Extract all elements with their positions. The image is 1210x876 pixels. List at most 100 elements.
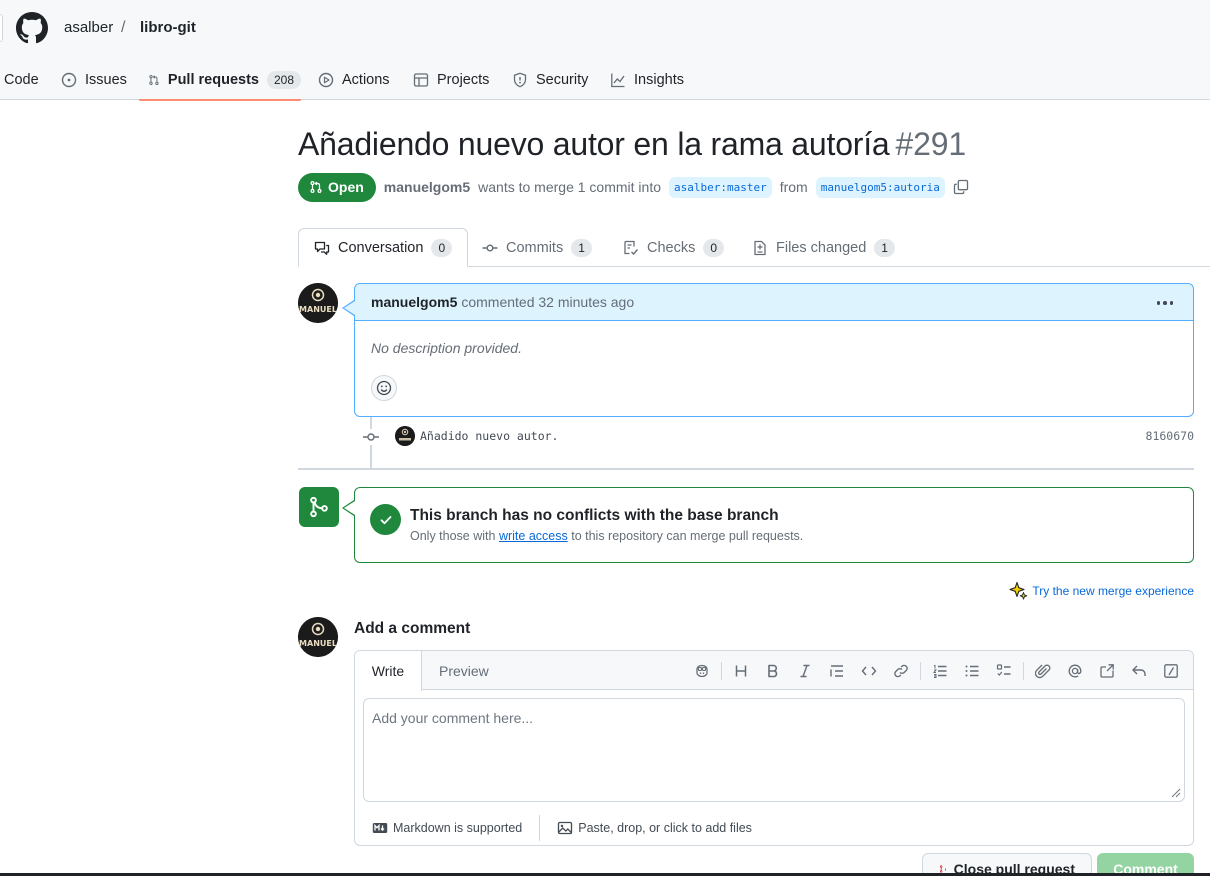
toolbar-divider xyxy=(1023,661,1024,680)
code-icon[interactable] xyxy=(853,657,885,685)
merge-sub-after: to this repository can merge pull reques… xyxy=(571,529,804,543)
list-unordered-icon[interactable] xyxy=(956,657,988,685)
merge-status-subtitle: Only those with write access to this rep… xyxy=(410,529,803,543)
pr-description-comment: manuelgom5 commented 32 minutes ago No d… xyxy=(354,283,1194,417)
merge-status-title: This branch has no conflicts with the ba… xyxy=(410,507,779,524)
commit-avatar[interactable] xyxy=(395,426,415,446)
base-branch[interactable]: asalber:master xyxy=(669,176,772,198)
commit-sha[interactable]: 8160670 xyxy=(1146,429,1194,443)
pr-number: #291 xyxy=(895,126,967,162)
reply-icon[interactable] xyxy=(1123,657,1155,685)
tab-files-changed[interactable]: Files changed 1 xyxy=(752,228,895,267)
write-access-link[interactable]: write access xyxy=(499,529,568,543)
play-icon xyxy=(318,72,334,88)
nav-projects-label: Projects xyxy=(437,72,490,88)
nav-issues-label: Issues xyxy=(85,72,127,88)
tab-checks[interactable]: Checks 0 xyxy=(623,228,725,267)
comment-timestamp[interactable]: commented 32 minutes ago xyxy=(461,294,634,310)
markdown-toolbar xyxy=(686,651,1187,690)
nav-actions-label: Actions xyxy=(342,72,390,88)
try-new-merge-label: Try the new merge experience xyxy=(1032,584,1194,598)
markdown-note: Markdown is supported xyxy=(393,821,523,835)
repo-header: asalber / libro-git Code Issues Pull req… xyxy=(0,0,1210,101)
github-logo-icon[interactable] xyxy=(16,12,48,44)
tab-files-changed-count: 1 xyxy=(874,238,895,257)
quote-icon[interactable] xyxy=(821,657,853,685)
attach-files-button[interactable]: Paste, drop, or click to add files xyxy=(540,820,769,836)
slash-command-icon[interactable] xyxy=(1155,657,1187,685)
commit-message[interactable]: Añadido nuevo autor. xyxy=(420,429,558,443)
table-icon xyxy=(413,73,429,87)
tab-conversation-label: Conversation xyxy=(338,239,424,256)
pr-title-text: Añadiendo nuevo autor en la rama autoría xyxy=(298,126,890,162)
cross-reference-icon[interactable] xyxy=(1091,657,1123,685)
tasklist-icon[interactable] xyxy=(988,657,1020,685)
add-comment-heading: Add a comment xyxy=(354,620,471,637)
markdown-supported-link[interactable]: Markdown is supported xyxy=(355,820,539,836)
avatar-text: MANUEL xyxy=(299,305,337,314)
tab-checks-count: 0 xyxy=(703,238,725,257)
nav-security[interactable]: Security xyxy=(512,60,588,100)
image-icon xyxy=(558,821,573,835)
merge-box-pointer-fill xyxy=(344,501,355,515)
nav-insights[interactable]: Insights xyxy=(610,60,684,100)
comment-header: manuelgom5 commented 32 minutes ago xyxy=(355,284,1193,321)
smiley-icon xyxy=(376,380,392,396)
add-reaction-button[interactable] xyxy=(371,375,397,401)
markdown-icon xyxy=(372,823,388,833)
tab-commits-count: 1 xyxy=(571,238,592,257)
toolbar-divider xyxy=(721,661,722,680)
pr-merge-text: wants to merge 1 commit into xyxy=(478,179,661,195)
bold-icon[interactable] xyxy=(757,657,789,685)
tab-write[interactable]: Write xyxy=(355,651,422,691)
nav-code-label: Code xyxy=(4,72,39,88)
tab-preview[interactable]: Preview xyxy=(439,651,489,690)
pr-title: Añadiendo nuevo autor en la rama autoría… xyxy=(298,126,966,163)
tab-conversation[interactable]: Conversation 0 xyxy=(298,228,469,267)
list-ordered-icon[interactable] xyxy=(924,657,956,685)
copilot-icon[interactable] xyxy=(686,657,718,685)
mention-icon[interactable] xyxy=(1059,657,1091,685)
collapsed-sidebar-edge[interactable] xyxy=(0,14,3,42)
italic-icon[interactable] xyxy=(789,657,821,685)
pr-state-badge: Open xyxy=(298,172,376,202)
merge-status-box: This branch has no conflicts with the ba… xyxy=(354,487,1194,563)
shield-icon xyxy=(513,72,527,88)
nav-code[interactable]: Code xyxy=(4,60,39,100)
nav-projects[interactable]: Projects xyxy=(413,60,489,100)
nav-issues[interactable]: Issues xyxy=(61,60,127,100)
try-new-merge-link[interactable]: Try the new merge experience xyxy=(1009,581,1194,601)
head-branch[interactable]: manuelgom5:autoria xyxy=(815,176,945,198)
nav-security-label: Security xyxy=(536,72,589,88)
git-merge-icon xyxy=(299,487,339,527)
comment-textarea[interactable]: Add your comment here... xyxy=(363,698,1185,802)
timeline-divider xyxy=(298,468,1194,470)
link-icon[interactable] xyxy=(885,657,917,685)
pull-requests-count: 208 xyxy=(266,71,301,89)
heading-icon[interactable] xyxy=(725,657,757,685)
paperclip-icon[interactable] xyxy=(1027,657,1059,685)
comment-author[interactable]: manuelgom5 xyxy=(371,294,457,310)
current-user-avatar[interactable]: MANUEL xyxy=(298,617,338,657)
nav-pull-requests[interactable]: Pull requests 208 xyxy=(139,60,301,101)
kebab-horizontal-icon[interactable] xyxy=(1155,293,1175,313)
nav-actions[interactable]: Actions xyxy=(318,60,390,100)
nav-pull-requests-label: Pull requests xyxy=(167,72,259,88)
toolbar-divider xyxy=(920,661,921,680)
avatar-text: MANUEL xyxy=(299,639,337,648)
graph-icon xyxy=(611,73,625,88)
tab-conversation-count: 0 xyxy=(431,238,453,257)
breadcrumb-repo[interactable]: libro-git xyxy=(140,19,196,36)
editor-footer: Markdown is supported Paste, drop, or cl… xyxy=(355,810,1193,845)
check-circle-icon xyxy=(370,504,401,535)
resize-handle-icon[interactable] xyxy=(1171,788,1181,798)
copy-icon[interactable] xyxy=(953,179,969,195)
checklist-icon xyxy=(624,240,639,255)
tab-files-changed-label: Files changed xyxy=(776,239,867,256)
breadcrumb-owner[interactable]: asalber xyxy=(64,19,113,36)
pr-meta: Open manuelgom5 wants to merge 1 commit … xyxy=(298,172,969,202)
pr-author[interactable]: manuelgom5 xyxy=(384,179,470,195)
tab-commits[interactable]: Commits 1 xyxy=(482,228,592,267)
avatar[interactable]: MANUEL xyxy=(298,283,338,323)
nav-insights-label: Insights xyxy=(634,72,684,88)
